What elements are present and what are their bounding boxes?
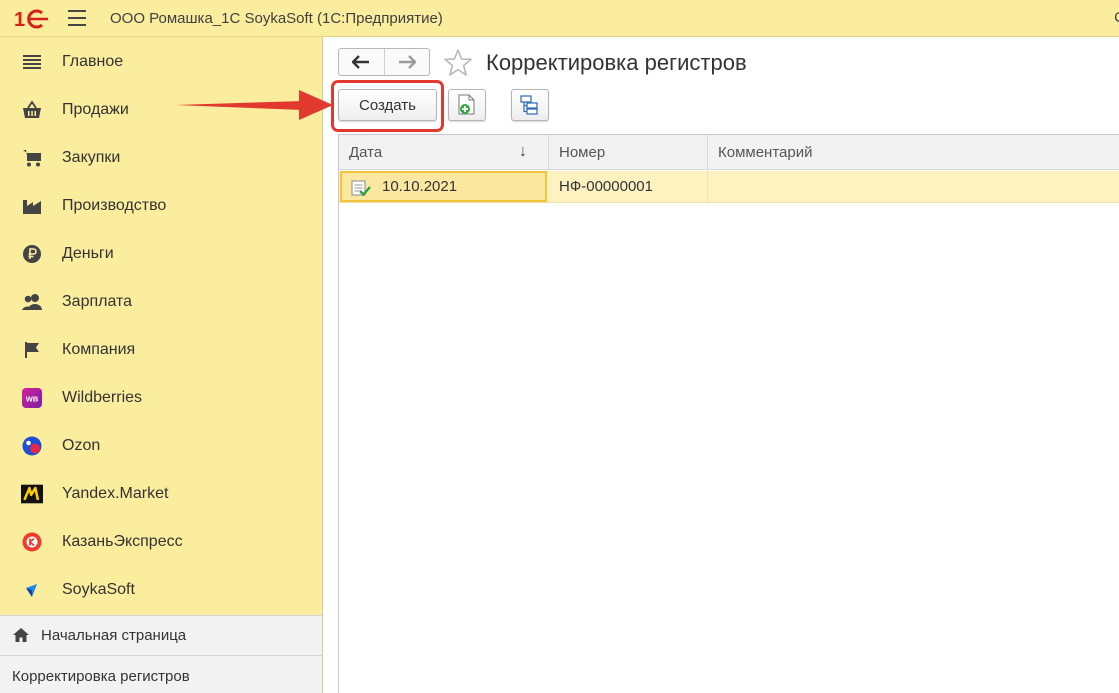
sidebar-item-label: Производство <box>62 197 167 214</box>
title-bar: 1 ООО Ромашка_1С SoykaSoft (1С:Предприят… <box>0 0 1119 37</box>
sidebar-item-label: Компания <box>62 341 136 358</box>
posted-document-icon <box>351 180 371 197</box>
back-button[interactable] <box>339 49 384 75</box>
create-button[interactable]: Создать <box>338 89 437 121</box>
menu-lines-icon <box>21 51 43 73</box>
title-edge-text: С <box>1114 9 1119 26</box>
table-row[interactable]: 10.10.2021 НФ-00000001 <box>339 171 1119 203</box>
ruble-icon <box>21 243 43 265</box>
annotation-arrow-icon <box>175 90 333 120</box>
open-window-tab[interactable]: Корректировка регистров <box>0 655 322 693</box>
sort-descending-icon: ↓ <box>519 143 527 160</box>
sidebar-item-label: Wildberries <box>62 389 143 406</box>
sidebar-item-company[interactable]: Компания <box>0 326 322 374</box>
sidebar-item-label: SoykaSoft <box>62 581 135 598</box>
table-header: Дата ↓ Номер Комментарий <box>339 135 1119 170</box>
cell-number[interactable]: НФ-00000001 <box>559 171 707 203</box>
sidebar-item-label: Продажи <box>62 101 129 118</box>
open-window-label: Корректировка регистров <box>12 668 190 685</box>
sidebar-item-label: Главное <box>62 53 124 70</box>
cart-icon <box>21 147 43 169</box>
arrow-left-icon <box>352 55 370 69</box>
sidebar-item-soykasoft[interactable]: SoykaSoft <box>0 566 322 614</box>
hierarchy-icon <box>520 95 538 115</box>
sidebar-item-salary[interactable]: Зарплата <box>0 278 322 326</box>
sidebar-item-label: Ozon <box>62 437 101 454</box>
sidebar-item-label: Yandex.Market <box>62 485 169 502</box>
factory-icon <box>21 195 43 217</box>
favorite-star-icon[interactable] <box>443 48 473 78</box>
sidebar-item-money[interactable]: Деньги <box>0 230 322 278</box>
history-nav <box>338 48 430 76</box>
hierarchy-view-button[interactable] <box>511 89 549 121</box>
ozon-icon <box>21 435 43 457</box>
documents-table[interactable]: Дата ↓ Номер Комментарий 10.10.2021 НФ-0… <box>338 134 1119 693</box>
sidebar-item-kazanexpress[interactable]: КазаньЭкспресс <box>0 518 322 566</box>
basket-icon <box>21 99 43 121</box>
flag-icon <box>21 339 43 361</box>
sidebar-item-wildberries[interactable]: WB Wildberries <box>0 374 322 422</box>
sidebar-item-yandex-market[interactable]: Yandex.Market <box>0 470 322 518</box>
sidebar-item-label: Деньги <box>62 245 114 262</box>
kazanexpress-icon <box>21 531 43 553</box>
wildberries-icon: WB <box>21 387 43 409</box>
main-menu-icon[interactable] <box>68 10 86 26</box>
cell-date[interactable]: 10.10.2021 <box>340 171 547 202</box>
page-title: Корректировка регистров <box>486 50 747 75</box>
sidebar-item-label: Зарплата <box>62 293 133 310</box>
sidebar-item-production[interactable]: Производство <box>0 182 322 230</box>
soykasoft-icon <box>21 579 43 601</box>
cell-comment[interactable] <box>707 171 1119 203</box>
sidebar-item-ozon[interactable]: Ozon <box>0 422 322 470</box>
create-by-copy-button[interactable] <box>448 89 486 121</box>
1c-logo-icon[interactable]: 1 <box>14 7 50 31</box>
yandex-market-icon <box>21 483 43 505</box>
start-page-label: Начальная страница <box>41 627 187 644</box>
sidebar-item-label: Закупки <box>62 149 121 166</box>
app-title: ООО Ромашка_1С SoykaSoft (1С:Предприятие… <box>110 10 443 27</box>
sidebar: Главное Продажи Закупки Производство Ден… <box>0 37 323 693</box>
people-icon <box>21 291 43 313</box>
home-icon <box>13 628 29 642</box>
add-document-icon <box>458 94 475 115</box>
column-header-comment[interactable]: Комментарий <box>707 135 1119 170</box>
start-page-tab[interactable]: Начальная страница <box>0 615 322 655</box>
arrow-right-icon <box>398 55 416 69</box>
sidebar-item-main[interactable]: Главное <box>0 38 322 86</box>
sidebar-item-purchases[interactable]: Закупки <box>0 134 322 182</box>
forward-button[interactable] <box>383 49 429 75</box>
sidebar-item-label: КазаньЭкспресс <box>62 533 183 550</box>
column-header-date[interactable]: Дата ↓ <box>339 135 548 170</box>
svg-text:1: 1 <box>14 9 25 31</box>
column-header-number[interactable]: Номер <box>548 135 707 170</box>
wb-badge-text: WB <box>26 395 39 404</box>
